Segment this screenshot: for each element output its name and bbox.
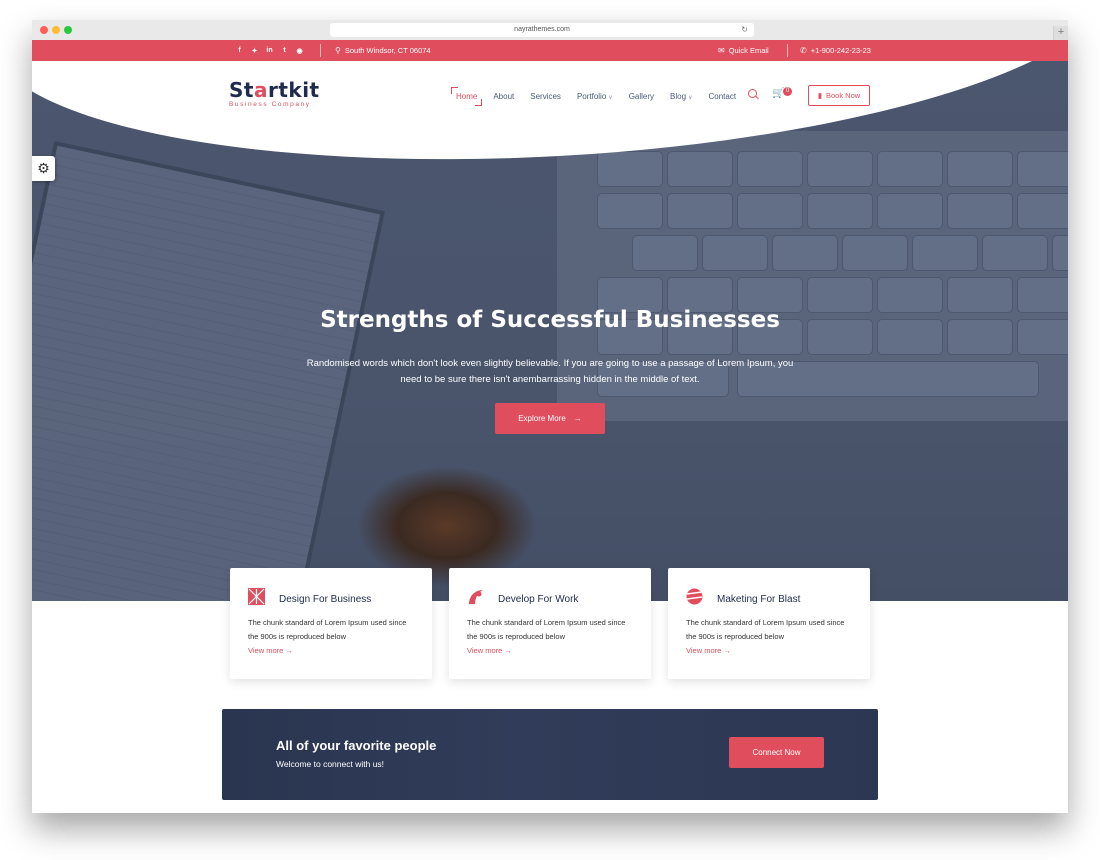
close-window-button[interactable] bbox=[40, 26, 48, 34]
view-more-label: View more bbox=[467, 646, 503, 655]
feature-card: Develop For Work The chunk standard of L… bbox=[449, 568, 651, 679]
arrow-right-icon: → bbox=[573, 414, 582, 423]
cart-count-badge: 0 bbox=[783, 87, 792, 96]
arrow-right-icon: → bbox=[504, 646, 512, 655]
arrow-right-icon: → bbox=[285, 646, 293, 655]
explore-more-label: Explore More bbox=[518, 414, 566, 423]
hero-description: Randomised words which don't look even s… bbox=[306, 358, 794, 385]
feature-text: The chunk standard of Lorem Ipsum used s… bbox=[686, 618, 845, 641]
hero-title: Strengths of Successful Businesses bbox=[320, 307, 780, 333]
nav-item-home[interactable]: Home bbox=[450, 86, 483, 106]
banner-title: All of your favorite people bbox=[276, 738, 437, 753]
chevron-down-icon: ∨ bbox=[688, 94, 693, 101]
feature-card: Design For Business The chunk standard o… bbox=[230, 568, 432, 679]
logo-text-end: rtkit bbox=[267, 78, 320, 102]
twitter-icon[interactable]: ✦ bbox=[247, 47, 262, 55]
phone-number[interactable]: +1-900-242-23-23 bbox=[811, 46, 871, 55]
topbar-email[interactable]: ✉ Quick Email bbox=[718, 40, 769, 61]
phone-icon: ✆ bbox=[800, 46, 807, 55]
book-now-label: Book Now bbox=[825, 91, 861, 100]
search-icon[interactable] bbox=[748, 89, 757, 98]
view-more-link[interactable]: View more → bbox=[686, 646, 731, 655]
new-tab-button[interactable]: + bbox=[1053, 26, 1068, 40]
facebook-icon[interactable]: f bbox=[232, 47, 247, 54]
arrow-right-icon: → bbox=[723, 646, 731, 655]
feature-card: Maketing For Blast The chunk standard of… bbox=[668, 568, 870, 679]
feature-text: The chunk standard of Lorem Ipsum used s… bbox=[248, 618, 407, 641]
feature-title: Develop For Work bbox=[498, 594, 579, 605]
nav-item-portfolio-label: Portfolio bbox=[576, 91, 607, 101]
topbar-phone[interactable]: ✆ +1-900-242-23-23 bbox=[800, 40, 871, 61]
minimize-window-button[interactable] bbox=[52, 26, 60, 34]
book-now-button[interactable]: ▮ Book Now bbox=[808, 85, 870, 106]
address-bar-text: nayrathemes.com bbox=[514, 26, 570, 33]
pinterest-icon[interactable]: ◉ bbox=[292, 47, 307, 55]
view-more-label: View more bbox=[686, 646, 722, 655]
nav-item-blog[interactable]: Blog ∨ bbox=[670, 92, 692, 101]
logo-text-accent: a bbox=[253, 78, 268, 102]
nav-item-contact[interactable]: Contact bbox=[708, 92, 736, 101]
envelope-icon: ✉ bbox=[718, 46, 725, 55]
email-link[interactable]: Quick Email bbox=[729, 46, 769, 55]
feature-title: Maketing For Blast bbox=[717, 594, 801, 605]
chevron-down-icon: ∨ bbox=[608, 94, 613, 101]
browser-window: nayrathemes.com ↻ + f ✦ in t ◉ ⚲ South W… bbox=[32, 20, 1068, 813]
maximize-window-button[interactable] bbox=[64, 26, 72, 34]
nav-item-services[interactable]: Services bbox=[530, 92, 561, 101]
top-info-bar: f ✦ in t ◉ ⚲ South Windsor, CT 06074 ✉ Q… bbox=[32, 40, 1068, 61]
linkedin-icon[interactable]: in bbox=[262, 47, 277, 54]
marketing-icon bbox=[686, 588, 703, 605]
connect-now-button[interactable]: Connect Now bbox=[729, 737, 824, 768]
develop-icon bbox=[469, 590, 483, 604]
tumblr-icon[interactable]: t bbox=[277, 47, 292, 54]
location-pin-icon: ⚲ bbox=[335, 46, 341, 55]
view-more-link[interactable]: View more → bbox=[467, 646, 512, 655]
nav-item-about[interactable]: About bbox=[493, 92, 514, 101]
location-text: South Windsor, CT 06074 bbox=[344, 46, 431, 55]
feature-title: Design For Business bbox=[279, 594, 372, 605]
banner-subtitle: Welcome to connect with us! bbox=[276, 759, 385, 769]
explore-more-button[interactable]: Explore More → bbox=[495, 403, 605, 434]
address-bar[interactable]: nayrathemes.com ↻ bbox=[330, 23, 754, 37]
reload-icon[interactable]: ↻ bbox=[741, 23, 748, 37]
social-links: f ✦ in t ◉ bbox=[232, 40, 307, 61]
nav-item-gallery[interactable]: Gallery bbox=[629, 92, 654, 101]
feature-text: The chunk standard of Lorem Ipsum used s… bbox=[467, 618, 626, 641]
settings-gear-icon[interactable]: ⚙ bbox=[32, 156, 55, 181]
topbar-location: ⚲ South Windsor, CT 06074 bbox=[335, 40, 431, 61]
hero-section: Strengths of Successful Businesses Rando… bbox=[32, 61, 1068, 601]
connect-banner: All of your favorite people Welcome to c… bbox=[222, 709, 878, 800]
view-more-label: View more bbox=[248, 646, 284, 655]
logo-tagline: Business Company bbox=[229, 101, 311, 108]
topbar-divider bbox=[787, 44, 788, 57]
logo-text-start: St bbox=[229, 78, 254, 102]
view-more-link[interactable]: View more → bbox=[248, 646, 293, 655]
main-navigation: Home About Services Portfolio ∨ Gallery B… bbox=[450, 86, 752, 106]
site-logo[interactable]: Startkit Business Company bbox=[229, 80, 320, 108]
browser-toolbar: nayrathemes.com ↻ + bbox=[32, 20, 1068, 41]
logo-wordmark: Startkit bbox=[229, 80, 320, 100]
nav-item-portfolio[interactable]: Portfolio ∨ bbox=[577, 92, 613, 101]
nav-item-blog-label: Blog bbox=[670, 91, 687, 101]
design-icon bbox=[248, 588, 265, 605]
topbar-divider bbox=[320, 44, 321, 57]
book-icon: ▮ bbox=[817, 91, 822, 100]
